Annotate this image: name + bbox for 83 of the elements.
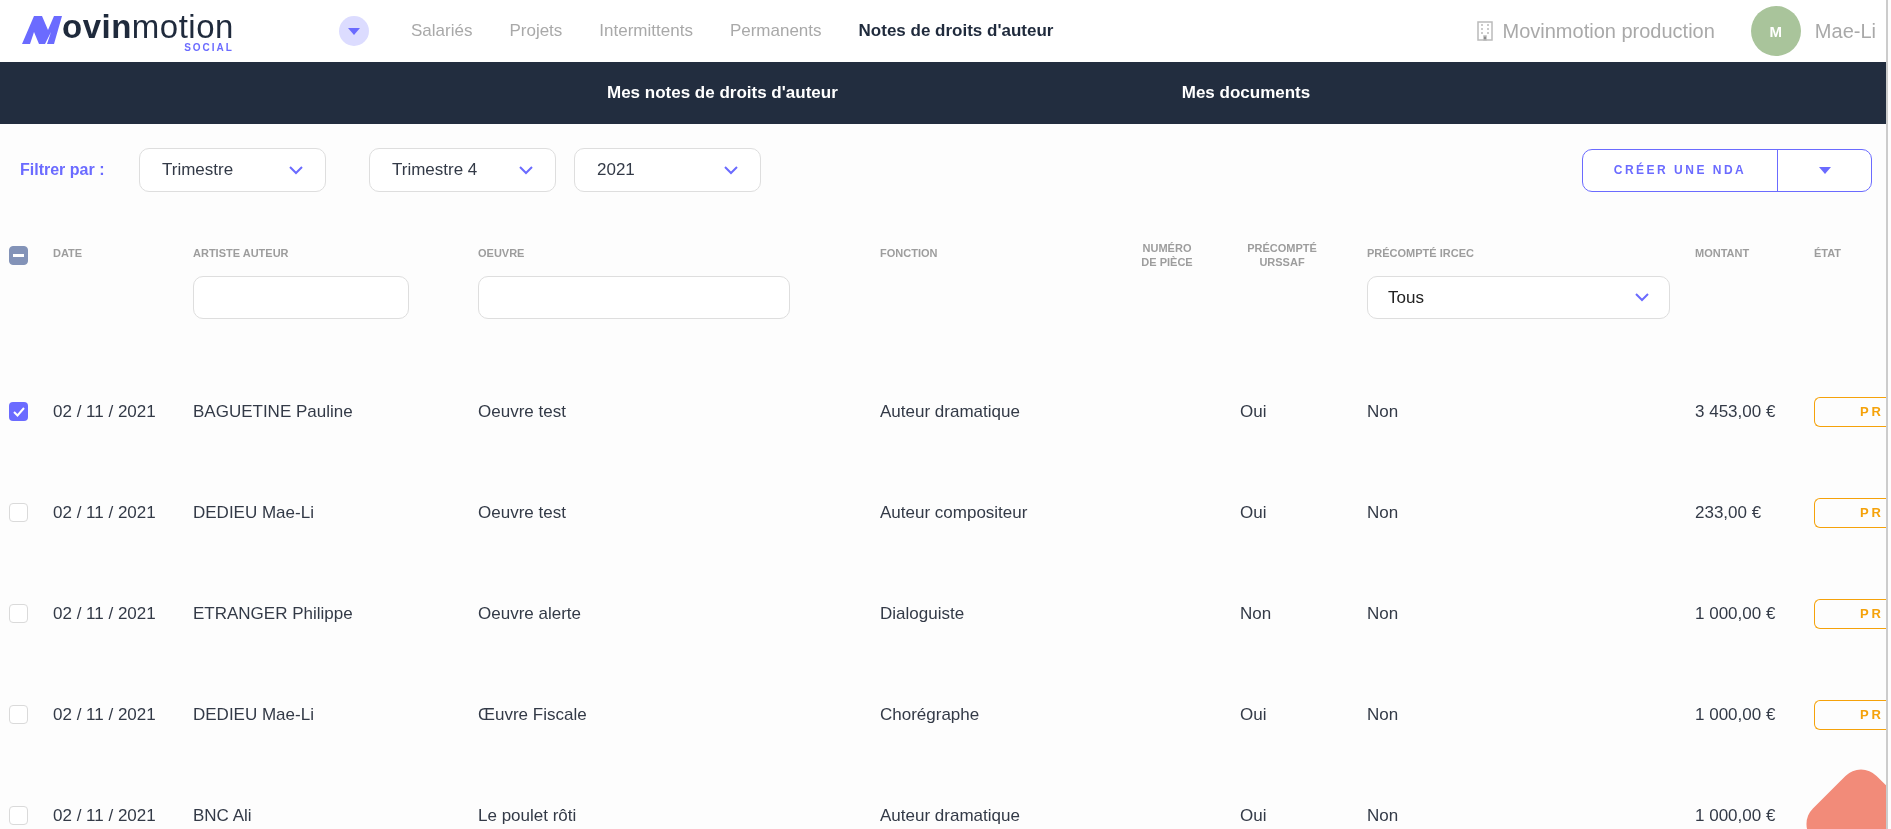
status-badge: PR	[1814, 699, 1886, 730]
table-cell: Non	[1367, 401, 1399, 422]
nav-tab[interactable]: Salariés	[411, 21, 473, 41]
column-header: NUMÉRO DE PIÈCE	[1140, 241, 1194, 269]
caret-icon	[348, 27, 360, 35]
table-cell: 02 / 11 / 2021	[53, 401, 156, 422]
column-header: OEUVRE	[478, 246, 526, 260]
filter-select[interactable]: 2021	[574, 148, 761, 192]
chevron-down-icon	[1635, 293, 1649, 302]
table-cell: 233,00 €	[1695, 502, 1762, 523]
table-cell: ETRANGER Philippe	[193, 603, 353, 624]
company-name[interactable]: Movinmotion production	[1502, 19, 1715, 43]
column-header: MONTANT	[1695, 246, 1750, 260]
select-all-checkbox[interactable]	[9, 246, 28, 265]
table-cell: Oui	[1240, 704, 1267, 725]
caret-icon	[1818, 166, 1831, 174]
column-header: PRÉCOMPTÉ URSSAF	[1246, 241, 1318, 269]
nav-tab[interactable]: Intermittents	[599, 21, 693, 41]
filter-select[interactable]: Trimestre	[139, 148, 326, 192]
filter-label: Filtrer par :	[20, 161, 106, 179]
status-badge: PR	[1814, 396, 1886, 427]
status-badge: PR	[1814, 497, 1886, 528]
chevron-down-icon	[519, 165, 533, 175]
table-cell: Auteur dramatique	[880, 805, 1020, 826]
work-filter-field[interactable]	[478, 276, 790, 319]
table-cell: 02 / 11 / 2021	[53, 704, 156, 725]
table-cell: Non	[1367, 704, 1399, 725]
user-name[interactable]: Mae-Li	[1814, 19, 1876, 43]
table-cell: 3 453,00 €	[1695, 401, 1776, 422]
table-cell: Oui	[1240, 502, 1267, 523]
table-cell: BAGUETINE Pauline	[193, 401, 353, 422]
artist-filter-field[interactable]	[193, 276, 409, 319]
checkmark-icon	[12, 406, 25, 417]
row-checkbox[interactable]	[9, 806, 28, 825]
column-header: ARTISTE AUTEUR	[193, 246, 290, 260]
building-icon	[1476, 21, 1493, 41]
table-cell: Oui	[1240, 401, 1267, 422]
table-cell: Le poulet rôti	[478, 805, 577, 826]
nav-tab[interactable]: Permanents	[729, 21, 822, 41]
ircec-filter-select[interactable]: Tous	[1367, 276, 1670, 319]
table-cell: Oui	[1240, 805, 1267, 826]
filter-select[interactable]: Trimestre 4	[369, 148, 556, 192]
table-cell: 1 000,00 €	[1695, 603, 1776, 624]
table-cell: Non	[1367, 502, 1399, 523]
table-cell: 02 / 11 / 2021	[53, 603, 156, 624]
status-badge: PR	[1814, 598, 1886, 629]
logo-wordmark: ovinmotion	[62, 9, 234, 44]
table-cell: DEDIEU Mae-Li	[193, 704, 314, 725]
subnav-tab[interactable]: Mes notes de droits d'auteur	[607, 83, 838, 103]
subnav-tab[interactable]: Mes documents	[1181, 83, 1311, 103]
logo-tagline: SOCIAL	[184, 41, 234, 53]
minus-icon	[13, 254, 24, 257]
table-cell: Auteur compositeur	[880, 502, 1028, 523]
table-cell: Auteur dramatique	[880, 401, 1020, 422]
menu-dropdown-button[interactable]	[339, 16, 369, 46]
row-checkbox[interactable]	[9, 503, 28, 522]
nav-tab[interactable]: Projets	[509, 21, 563, 41]
column-header: FONCTION	[880, 246, 938, 260]
table-cell: 1 000,00 €	[1695, 805, 1776, 826]
table-cell: 02 / 11 / 2021	[53, 502, 156, 523]
table-cell: 02 / 11 / 2021	[53, 805, 156, 826]
logo-mark-icon	[22, 13, 62, 44]
column-header: DATE	[53, 246, 83, 261]
row-checkbox[interactable]	[9, 604, 28, 623]
table-cell: BNC Ali	[193, 805, 252, 826]
nav-tab[interactable]: Notes de droits d'auteur	[858, 21, 1054, 41]
column-header: PRÉCOMPTÉ IRCEC	[1367, 246, 1475, 260]
table-cell: DEDIEU Mae-Li	[193, 502, 314, 523]
table-cell: Œuvre Fiscale	[478, 704, 587, 725]
table-cell: Oeuvre test	[478, 401, 566, 422]
table-cell: Non	[1367, 603, 1399, 624]
chevron-down-icon	[724, 165, 738, 175]
table-cell: Non	[1240, 603, 1272, 624]
table-cell: 1 000,00 €	[1695, 704, 1776, 725]
table-cell: Chorégraphe	[880, 704, 980, 725]
table-cell: Dialoguiste	[880, 603, 965, 624]
column-header: ÉTAT	[1814, 246, 1842, 260]
row-checkbox[interactable]	[9, 705, 28, 724]
chevron-down-icon	[289, 165, 303, 175]
table-cell: Oeuvre test	[478, 502, 566, 523]
table-cell: Non	[1367, 805, 1399, 826]
row-checkbox[interactable]	[9, 402, 28, 421]
table-cell: Oeuvre alerte	[478, 603, 581, 624]
